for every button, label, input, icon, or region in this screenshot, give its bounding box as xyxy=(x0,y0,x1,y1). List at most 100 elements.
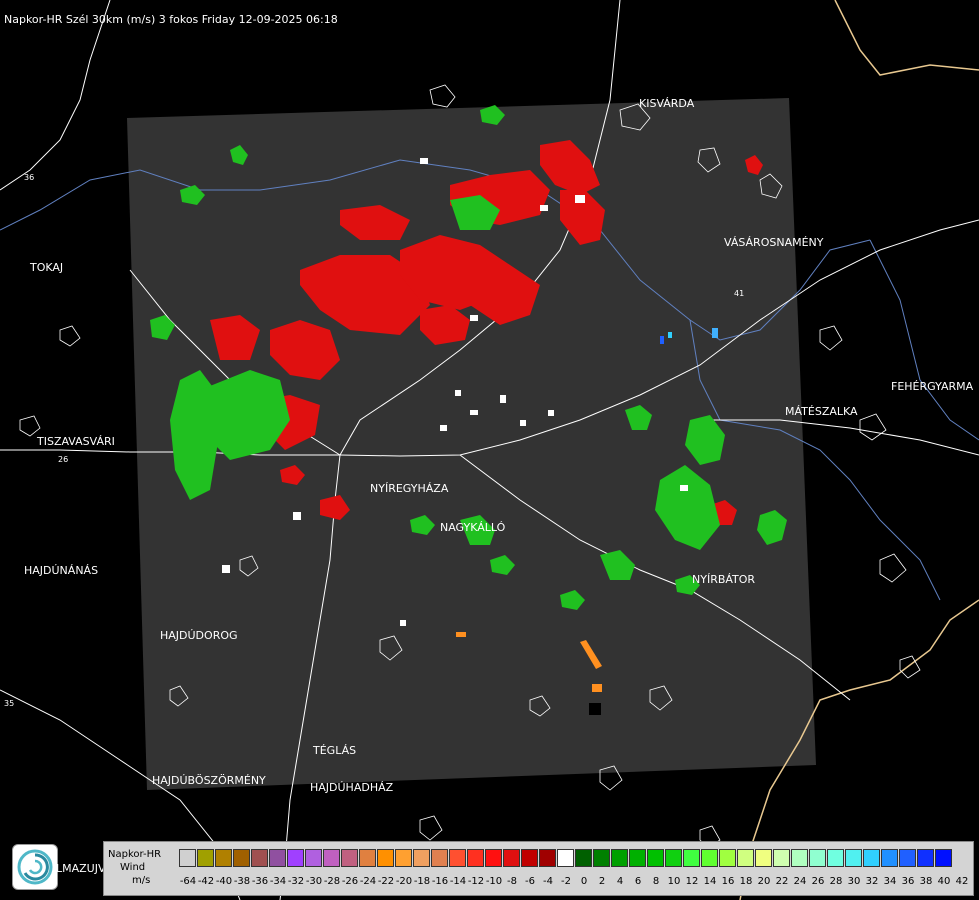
legend-tick-label: -36 xyxy=(251,876,269,887)
legend-swatch xyxy=(251,849,268,867)
legend-swatch xyxy=(233,849,250,867)
radar-echo-black xyxy=(589,703,601,715)
legend-tick-label: -12 xyxy=(467,876,485,887)
legend-tick-label: -18 xyxy=(413,876,431,887)
legend-tick-label: -8 xyxy=(507,876,517,887)
legend-tick-label: 4 xyxy=(616,876,624,887)
legend-swatch xyxy=(287,849,304,867)
city-label-tokaj: TOKAJ xyxy=(30,261,64,274)
legend-tick-label: 22 xyxy=(775,876,789,887)
legend-swatch xyxy=(827,849,844,867)
legend-swatch xyxy=(791,849,808,867)
legend-tick-label: 10 xyxy=(667,876,681,887)
legend-swatch xyxy=(449,849,466,867)
legend-tick-label: -42 xyxy=(197,876,215,887)
legend-swatch xyxy=(269,849,286,867)
legend-swatch xyxy=(485,849,502,867)
legend-tick-label: 0 xyxy=(580,876,588,887)
legend-tick-label: 24 xyxy=(793,876,807,887)
legend-tick-label: 34 xyxy=(883,876,897,887)
legend-swatch xyxy=(683,849,700,867)
legend-swatch xyxy=(215,849,232,867)
legend-swatch xyxy=(647,849,664,867)
legend-swatch xyxy=(305,849,322,867)
city-label-teglas: TÉGLÁS xyxy=(313,744,357,757)
legend-swatch xyxy=(341,849,358,867)
legend-tick-label: 42 xyxy=(955,876,969,887)
legend-tick-label: 16 xyxy=(721,876,735,887)
legend-tick-label: -14 xyxy=(449,876,467,887)
legend-subtitle: Wind xyxy=(120,862,146,873)
legend-swatch xyxy=(413,849,430,867)
legend-swatch xyxy=(899,849,916,867)
legend-swatch xyxy=(737,849,754,867)
legend-swatch xyxy=(809,849,826,867)
legend-tick-label: -4 xyxy=(543,876,553,887)
road-label-26: 26 xyxy=(58,455,68,464)
legend-swatch xyxy=(539,849,556,867)
road-label-41: 41 xyxy=(734,289,744,298)
country-border xyxy=(834,0,979,76)
legend-swatch xyxy=(917,849,934,867)
legend-tick-label: 38 xyxy=(919,876,933,887)
legend-tick-label: -64 xyxy=(179,876,197,887)
legend-swatch xyxy=(557,849,574,867)
legend-tick-label: 2 xyxy=(598,876,606,887)
legend-ticks: -64 -42 -40 -38 -36 -34 -32 -30 -28 -26 -24 -22 -20-… xyxy=(179,876,971,887)
legend-swatch xyxy=(179,849,196,867)
legend-unit: m/s xyxy=(132,875,151,886)
legend-tick-label: 40 xyxy=(937,876,951,887)
city-label-nyirbator: NYÍRBÁTOR xyxy=(692,573,756,586)
legend-titles: Napkor-HR Wind m/s xyxy=(108,848,161,887)
legend-swatch xyxy=(359,849,376,867)
legend-tick-label: 12 xyxy=(685,876,699,887)
city-label-tiszavasvari: TISZAVASVÁRI xyxy=(37,435,115,448)
radar-map: 35 26 41 36 xyxy=(0,0,979,900)
legend-swatch xyxy=(881,849,898,867)
legend-tick-label: 28 xyxy=(829,876,843,887)
city-label-hajdudorog: HAJDÚDOROG xyxy=(160,629,238,642)
legend-tick-label: -26 xyxy=(341,876,359,887)
wind-legend: Napkor-HR Wind m/s -64 -42 -40 -38 -36 -34 -32… xyxy=(103,841,974,896)
legend-swatch xyxy=(755,849,772,867)
legend-swatch xyxy=(719,849,736,867)
legend-tick-label: -34 xyxy=(269,876,287,887)
napkor-logo xyxy=(12,844,58,890)
legend-swatch xyxy=(629,849,646,867)
city-label-hajdunanas: HAJDÚNÁNÁS xyxy=(24,564,99,577)
legend-swatch xyxy=(431,849,448,867)
legend-swatch xyxy=(611,849,628,867)
legend-swatch xyxy=(845,849,862,867)
legend-tick-label: -20 xyxy=(395,876,413,887)
legend-swatch xyxy=(863,849,880,867)
legend-tick-label: 26 xyxy=(811,876,825,887)
legend-swatch xyxy=(665,849,682,867)
legend-swatch xyxy=(701,849,718,867)
legend-tick-label: 8 xyxy=(652,876,660,887)
legend-tick-label: 18 xyxy=(739,876,753,887)
legend-swatch xyxy=(197,849,214,867)
city-label-hajduhadhaz: HAJDÚHADHÁZ xyxy=(310,781,394,794)
city-label-kisvarda: KISVÁRDA xyxy=(639,97,695,110)
legend-swatch xyxy=(395,849,412,867)
legend-swatch xyxy=(593,849,610,867)
city-label-fehergyarmat: FEHÉRGYARMA xyxy=(891,380,974,393)
city-label-vasarosnameny: VÁSÁROSNAMÉNY xyxy=(724,236,824,249)
legend-tick-label: 20 xyxy=(757,876,771,887)
legend-swatch xyxy=(323,849,340,867)
legend-swatch xyxy=(935,849,952,867)
legend-tick-label: 30 xyxy=(847,876,861,887)
legend-tick-label: -22 xyxy=(377,876,395,887)
road-label-35: 35 xyxy=(4,699,14,708)
legend-swatch xyxy=(575,849,592,867)
legend-tick-label: -16 xyxy=(431,876,449,887)
city-label-mateszalka: MÁTÉSZALKA xyxy=(785,405,858,418)
legend-swatch xyxy=(503,849,520,867)
legend-tick-label: -10 xyxy=(485,876,503,887)
legend-tick-label: -40 xyxy=(215,876,233,887)
legend-tick-label: -24 xyxy=(359,876,377,887)
legend-swatch xyxy=(773,849,790,867)
legend-swatch xyxy=(467,849,484,867)
legend-swatch xyxy=(377,849,394,867)
river-3 xyxy=(869,239,979,441)
